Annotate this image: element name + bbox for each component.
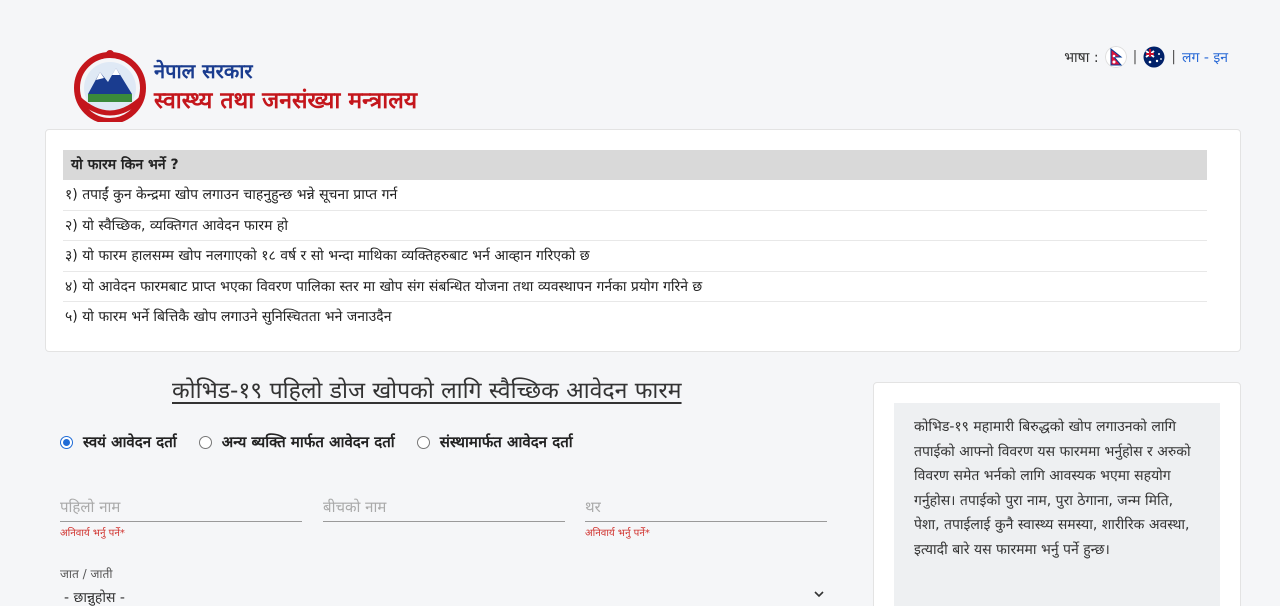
radio-self-registration[interactable]: स्वयं आवेदन दर्ता — [60, 432, 177, 452]
why-fill-form-card: यो फारम किन भर्ने ? १) तपाईं कुन केन्द्र… — [45, 129, 1241, 352]
registration-type-radio-group: स्वयं आवेदन दर्ता अन्य ब्यक्ति मार्फत आव… — [60, 432, 595, 452]
instructions-card: कोभिड-१९ महामारी बिरुद्धको खोप लगाउनको ल… — [873, 382, 1241, 606]
required-note: अनिवार्य भर्नु पर्ने* — [60, 528, 125, 539]
caste-select[interactable]: - छान्नुहोस - — [60, 586, 828, 606]
why-fill-form-heading: यो फारम किन भर्ने ? — [63, 150, 1207, 180]
last-name-field: थर अनिवार्य भर्नु पर्ने* — [585, 494, 827, 539]
list-item: ४) यो आवेदन फारमबाट प्राप्त भएका विवरण प… — [63, 272, 1207, 302]
nepal-flag-icon[interactable] — [1104, 46, 1127, 68]
middle-name-field: बीचको नाम — [323, 494, 565, 522]
first-name-field: पहिलो नाम अनिवार्य भर्नु पर्ने* — [60, 494, 302, 539]
language-bar: भाषा : | | लग - इन — [1064, 46, 1228, 68]
radio-other-person-registration[interactable]: अन्य ब्यक्ति मार्फत आवेदन दर्ता — [198, 432, 395, 452]
radio-label: अन्य ब्यक्ति मार्फत आवेदन दर्ता — [221, 433, 395, 451]
list-item: ३) यो फारम हालसम्म खोप नलगाएको १८ वर्ष र… — [63, 241, 1207, 272]
radio-unselected-icon[interactable] — [198, 435, 212, 449]
login-link[interactable]: लग - इन — [1182, 48, 1228, 67]
caste-selected-value: - छान्नुहोस - — [64, 590, 125, 606]
form-title: कोभिड-१९ पहिलो डोज खोपको लागि स्वैच्छिक … — [172, 378, 682, 404]
why-fill-form-table: यो फारम किन भर्ने ? १) तपाईं कुन केन्द्र… — [63, 150, 1207, 333]
ministry-name: स्वास्थ्य तथा जनसंख्या मन्त्रालय — [154, 87, 418, 114]
list-item: ५) यो फारम भर्ने बित्तिकै खोप लगाउने सुन… — [65, 309, 392, 325]
last-name-input[interactable]: थर — [585, 494, 827, 522]
site-header: नेपाल सरकार स्वास्थ्य तथा जनसंख्या मन्त्… — [0, 0, 1280, 130]
first-name-input[interactable]: पहिलो नाम — [60, 494, 302, 522]
radio-unselected-icon[interactable] — [416, 435, 430, 449]
radio-organization-registration[interactable]: संस्थामार्फत आवेदन दर्ता — [416, 432, 573, 452]
list-item: २) यो स्वैच्छिक, व्यक्तिगत आवेदन फारम हो — [63, 211, 1207, 241]
radio-label: संस्थामार्फत आवेदन दर्ता — [439, 433, 573, 451]
radio-label: स्वयं आवेदन दर्ता — [83, 433, 177, 451]
caste-field: जात / जाती - छान्नुहोस - — [60, 565, 828, 606]
required-note: अनिवार्य भर्नु पर्ने* — [585, 528, 650, 539]
caste-label: जात / जाती — [60, 567, 113, 581]
language-label: भाषा : — [1064, 49, 1099, 66]
chevron-down-icon — [814, 591, 824, 598]
middle-name-input[interactable]: बीचको नाम — [323, 494, 565, 522]
list-item: १) तपाईं कुन केन्द्रमा खोप लगाउन चाहनुहु… — [63, 180, 1207, 211]
australia-flag-icon[interactable] — [1143, 46, 1165, 68]
separator: | — [1171, 49, 1177, 65]
government-name: नेपाल सरकार — [154, 59, 253, 83]
instructions-text: कोभिड-१९ महामारी बिरुद्धको खोप लगाउनको ल… — [894, 403, 1220, 606]
radio-selected-icon[interactable] — [60, 435, 73, 449]
nepal-emblem-icon — [74, 50, 146, 122]
separator: | — [1132, 49, 1138, 65]
